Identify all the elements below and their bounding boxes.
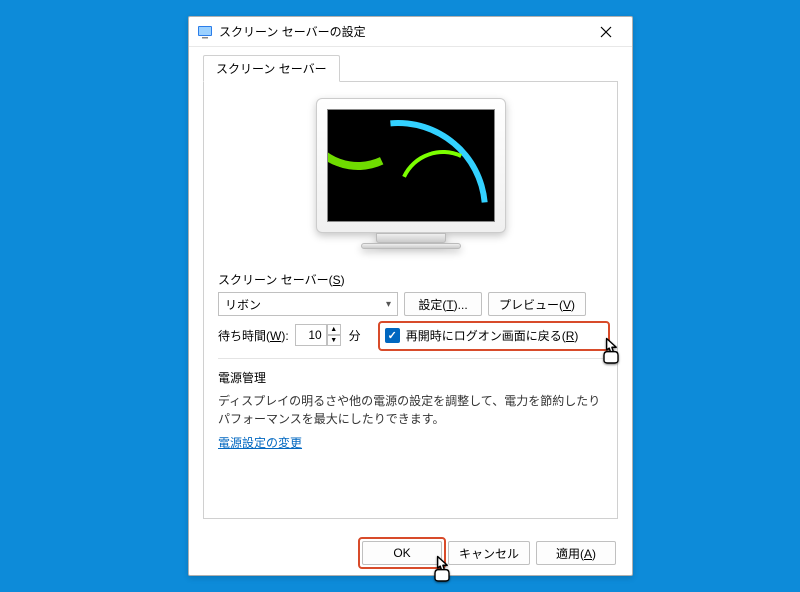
- minutes-unit-label: 分: [349, 327, 361, 344]
- cursor-pointer-icon: [597, 335, 625, 367]
- screensaver-dropdown[interactable]: リボン ▾: [218, 292, 398, 316]
- wait-label: 待ち時間(W):: [218, 327, 289, 344]
- power-heading: 電源管理: [218, 369, 603, 386]
- button-label: OK: [393, 546, 410, 560]
- button-label: プレビュー(V): [499, 296, 575, 313]
- screensaver-preview-screen: [327, 109, 495, 222]
- ok-button[interactable]: OK: [362, 541, 442, 565]
- chevron-down-icon: ▾: [386, 299, 391, 310]
- resume-logon-checkbox-wrap[interactable]: ✓ 再開時にログオン画面に戻る(R): [385, 327, 579, 344]
- screensaver-section-label: スクリーン セーバー(S): [218, 271, 603, 288]
- preview-button[interactable]: プレビュー(V): [488, 292, 586, 316]
- window-title: スクリーン セーバーの設定: [219, 23, 586, 40]
- settings-button[interactable]: 設定(T)...: [404, 292, 482, 316]
- power-settings-link[interactable]: 電源設定の変更: [218, 436, 302, 450]
- power-description: ディスプレイの明るさや他の電源の設定を調整して、電力を節約したりパフォーマンスを…: [218, 392, 603, 428]
- button-label: 適用(A): [556, 545, 596, 562]
- preview-area: [218, 98, 603, 253]
- apply-button[interactable]: 適用(A): [536, 541, 616, 565]
- resume-logon-checkbox[interactable]: ✓: [385, 328, 400, 343]
- wait-minutes-input[interactable]: [295, 324, 327, 346]
- dialog-body: スクリーン セーバー ス: [189, 47, 632, 519]
- tab-screensaver[interactable]: スクリーン セーバー: [203, 55, 340, 82]
- tab-label: スクリーン セーバー: [216, 62, 327, 76]
- button-label: キャンセル: [459, 545, 519, 562]
- wait-minutes-stepper[interactable]: ▲ ▼: [295, 324, 343, 346]
- window-icon: [197, 24, 213, 40]
- tab-panel: スクリーン セーバー(S) リボン ▾ 設定(T)... プレビュー(V) 待ち…: [203, 81, 618, 519]
- close-button[interactable]: [586, 19, 626, 45]
- screensaver-settings-dialog: スクリーン セーバーの設定 スクリーン セーバー: [188, 16, 633, 576]
- dialog-footer: OK キャンセル 適用(A): [362, 541, 616, 565]
- monitor-preview: [316, 98, 506, 253]
- button-label: 設定(T)...: [418, 296, 467, 313]
- titlebar: スクリーン セーバーの設定: [189, 17, 632, 47]
- spin-down-button[interactable]: ▼: [327, 335, 341, 346]
- cancel-button[interactable]: キャンセル: [448, 541, 530, 565]
- dropdown-value: リボン: [225, 296, 261, 313]
- resume-logon-label: 再開時にログオン画面に戻る(R): [406, 327, 579, 344]
- spin-up-button[interactable]: ▲: [327, 324, 341, 335]
